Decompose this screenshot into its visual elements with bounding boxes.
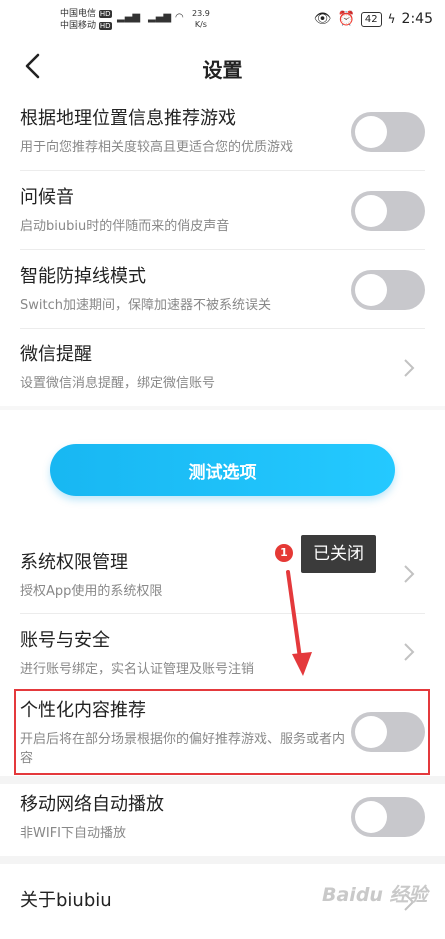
section-gap xyxy=(0,776,445,784)
status-bar: 中国电信 HD 中国移动 HD ▂▄▆ ▂▄▆ ◠ 23.9 K/s 👁 ⏰ 4… xyxy=(0,0,445,42)
setting-desc: 进行账号绑定，实名认证管理及账号注销 xyxy=(20,662,255,677)
setting-mobile-autoplay: 移动网络自动播放 非WIFI下自动播放 xyxy=(20,794,425,846)
chevron-right-icon xyxy=(404,359,415,377)
toggle-knob xyxy=(355,195,387,227)
greeting-sound-toggle[interactable] xyxy=(351,191,425,231)
setting-title: 账号与安全 xyxy=(20,630,110,651)
carrier-info: 中国电信 HD 中国移动 HD xyxy=(60,8,112,32)
section-gap xyxy=(0,406,445,410)
carrier-2: 中国移动 xyxy=(60,21,97,31)
chevron-right-icon xyxy=(404,565,415,583)
mobile-autoplay-toggle[interactable] xyxy=(351,797,425,837)
net-speed: 23.9 K/s xyxy=(192,8,210,30)
toggle-knob xyxy=(355,801,387,833)
highlight-box xyxy=(14,689,430,775)
toggle-knob xyxy=(355,116,387,148)
setting-wechat-reminder[interactable]: 微信提醒 设置微信消息提醒，绑定微信账号 xyxy=(20,344,425,396)
charging-icon: ϟ xyxy=(387,12,396,26)
chevron-right-icon xyxy=(404,643,415,661)
annotation-tooltip: 已关闭 xyxy=(301,535,376,573)
setting-desc: 设置微信消息提醒，绑定微信账号 xyxy=(20,376,216,391)
toggle-knob xyxy=(355,274,387,306)
eye-icon: 👁 xyxy=(313,11,332,27)
hd-badge-2: HD xyxy=(98,22,112,30)
hd-badge-1: HD xyxy=(98,10,112,18)
battery-indicator: 42 xyxy=(360,11,382,27)
test-options-button[interactable]: 测试选项 xyxy=(50,444,395,496)
divider xyxy=(20,170,425,171)
setting-desc: 授权App使用的系统权限 xyxy=(20,584,163,599)
status-right: 👁 ⏰ 42 ϟ 2:45 xyxy=(314,11,433,27)
header: 设置 xyxy=(0,42,445,92)
watermark: Baidu 经验 xyxy=(322,884,428,906)
setting-title: 微信提醒 xyxy=(20,344,92,365)
wifi-icon: ◠ xyxy=(175,12,184,23)
net-speed-unit: K/s xyxy=(194,20,207,29)
net-speed-value: 23.9 xyxy=(192,9,210,18)
setting-greeting-sound: 问候音 启动biubiu时的伴随而来的俏皮声音 xyxy=(20,187,425,239)
divider xyxy=(20,328,425,329)
divider xyxy=(20,249,425,250)
setting-location-recommend: 根据地理位置信息推荐游戏 用于向您推荐相关度较高且更适合您的优质游戏 xyxy=(20,108,425,160)
divider xyxy=(20,613,425,614)
signal-icon-2: ▂▄▆ xyxy=(148,12,172,23)
anti-disconnect-toggle[interactable] xyxy=(351,270,425,310)
carrier-1: 中国电信 xyxy=(60,9,97,19)
clock: 2:45 xyxy=(401,11,433,27)
alarm-icon: ⏰ xyxy=(337,11,355,27)
annotation-arrow-icon xyxy=(286,570,312,676)
signal-icon-1: ▂▄▆ xyxy=(117,12,141,23)
setting-anti-disconnect: 智能防掉线模式 Switch加速期间，保障加速器不被系统误关 xyxy=(20,266,425,318)
step-badge: 1 xyxy=(275,544,293,562)
section-gap xyxy=(0,856,445,864)
location-recommend-toggle[interactable] xyxy=(351,112,425,152)
page-title: 设置 xyxy=(202,58,243,82)
setting-account-security[interactable]: 账号与安全 进行账号绑定，实名认证管理及账号注销 xyxy=(20,630,425,682)
